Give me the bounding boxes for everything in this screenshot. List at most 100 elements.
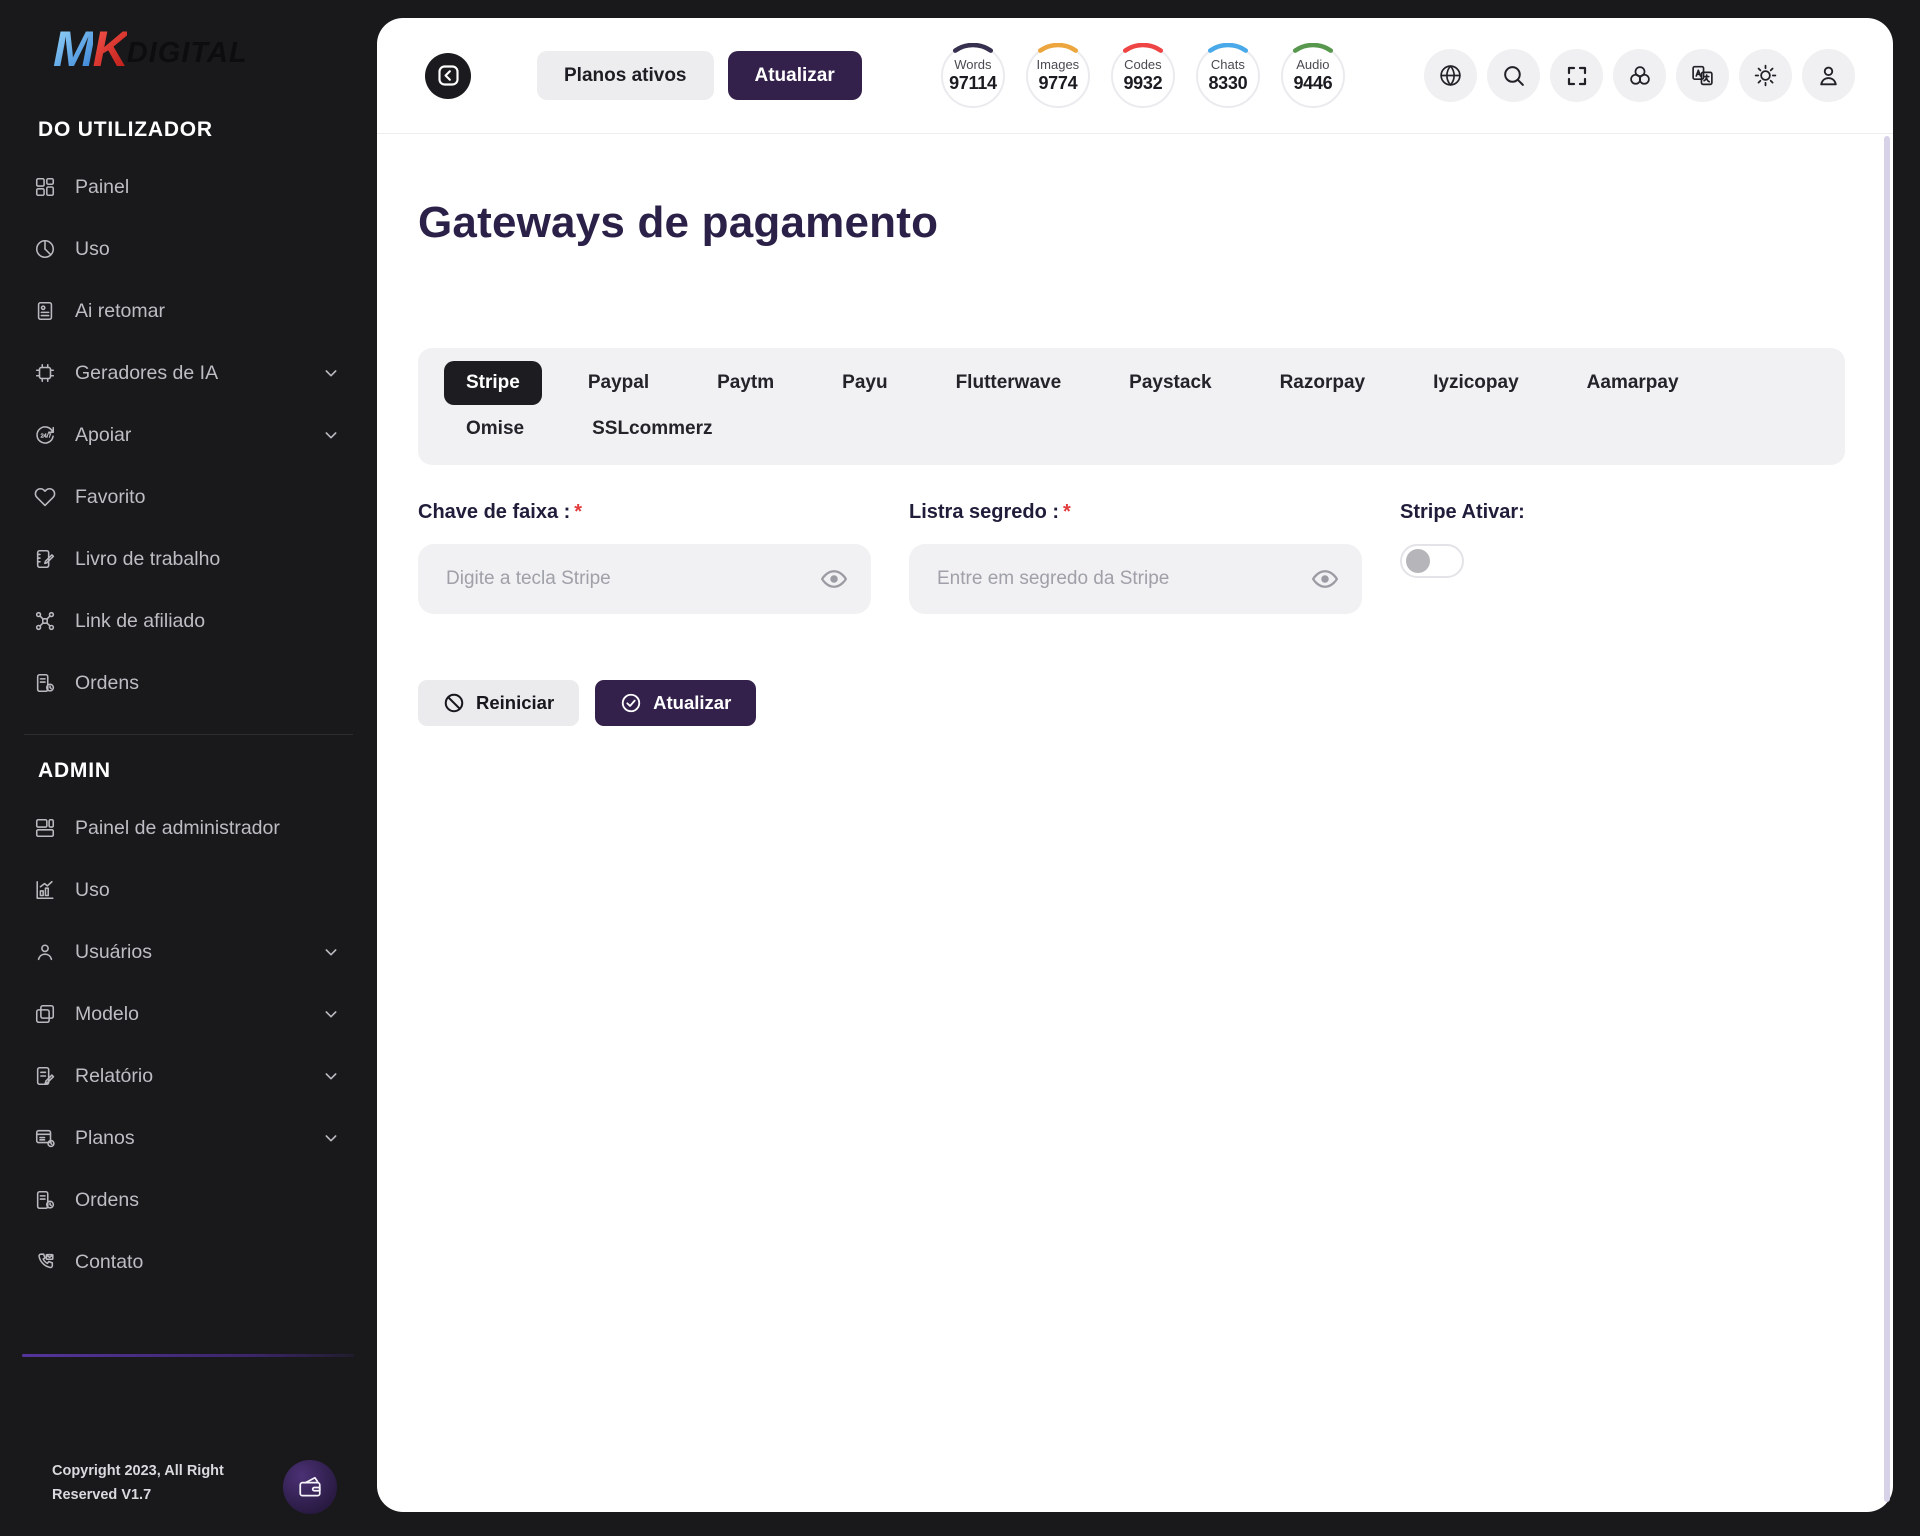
tab-razorpay[interactable]: Razorpay: [1258, 361, 1388, 405]
stat-label: Images: [1037, 57, 1080, 72]
check-circle-icon: [620, 692, 642, 714]
sidebar-item-usuarios[interactable]: Usuários: [24, 921, 349, 983]
stat-label: Chats: [1211, 57, 1245, 72]
stripe-secret-visibility-button[interactable]: [1310, 564, 1340, 594]
stat-codes: Codes9932: [1110, 43, 1176, 109]
required-asterisk: *: [1063, 501, 1071, 523]
eye-icon: [1310, 564, 1340, 594]
sidebar-item-link-de-afiliado[interactable]: Link de afiliado: [24, 590, 349, 652]
chevron-down-icon: [323, 365, 339, 381]
sidebar-nav-user: Painel Uso Ai retomar Geradores de IA 24…: [0, 156, 377, 714]
tab-paytm[interactable]: Paytm: [695, 361, 796, 405]
page-content: Gateways de pagamento Stripe Paypal Payt…: [377, 198, 1893, 726]
sidebar-item-modelo[interactable]: Modelo: [24, 983, 349, 1045]
tab-flutterwave[interactable]: Flutterwave: [934, 361, 1084, 405]
tab-sslcommerz[interactable]: SSLcommerz: [570, 407, 734, 451]
tab-paypal[interactable]: Paypal: [566, 361, 671, 405]
chevron-down-icon: [323, 1130, 339, 1146]
orders-icon: [34, 672, 56, 694]
stripe-secret-input-wrap: [909, 544, 1362, 614]
sidebar-item-planos[interactable]: Planos: [24, 1107, 349, 1169]
topbar: Planos ativos Atualizar Words97114 Image…: [377, 18, 1893, 134]
affiliate-network-icon: [34, 610, 56, 632]
submit-update-button[interactable]: Atualizar: [595, 680, 756, 726]
sidebar-item-relatorio[interactable]: Relatório: [24, 1045, 349, 1107]
fullscreen-button[interactable]: [1550, 49, 1603, 102]
stripe-key-field-group: Chave de faixa :*: [418, 501, 871, 614]
sidebar-item-painel-de-administrador[interactable]: Painel de administrador: [24, 797, 349, 859]
stripe-key-label: Chave de faixa :*: [418, 501, 871, 524]
toggle-knob: [1406, 549, 1430, 573]
user-icon: [1816, 63, 1841, 88]
stat-chats: Chats8330: [1195, 43, 1261, 109]
stat-value: 8330: [1208, 73, 1247, 94]
stripe-secret-label: Listra segredo :*: [909, 501, 1362, 524]
required-asterisk: *: [574, 501, 582, 523]
sidebar-item-ordens-admin[interactable]: Ordens: [24, 1169, 349, 1231]
sidebar-item-label: Apoiar: [75, 424, 131, 447]
stat-images: Images9774: [1025, 43, 1091, 109]
heart-icon: [34, 486, 56, 508]
sidebar-item-ai-retomar[interactable]: Ai retomar: [24, 280, 349, 342]
tab-iyzicopay[interactable]: Iyzicopay: [1411, 361, 1541, 405]
sidebar-item-label: Favorito: [75, 486, 145, 509]
brand-logo-suffix: DIGITAL: [127, 37, 248, 69]
theme-button[interactable]: [1739, 49, 1792, 102]
sidebar-item-painel[interactable]: Painel: [24, 156, 349, 218]
reset-button[interactable]: Reiniciar: [418, 680, 579, 726]
language-globe-button[interactable]: [1424, 49, 1477, 102]
stripe-key-input-wrap: [418, 544, 871, 614]
translate-icon: [1690, 63, 1715, 88]
credits-button[interactable]: [1613, 49, 1666, 102]
sidebar-collapse-button[interactable]: [425, 53, 471, 99]
stripe-enable-toggle[interactable]: [1400, 544, 1464, 578]
tab-payu[interactable]: Payu: [820, 361, 909, 405]
profile-button[interactable]: [1802, 49, 1855, 102]
sidebar-item-livro-de-trabalho[interactable]: Livro de trabalho: [24, 528, 349, 590]
tab-aamarpay[interactable]: Aamarpay: [1565, 361, 1701, 405]
tab-paystack[interactable]: Paystack: [1107, 361, 1233, 405]
sidebar-item-label: Uso: [75, 238, 110, 261]
sidebar-item-apoiar[interactable]: 24/7 Apoiar: [24, 404, 349, 466]
tab-omise[interactable]: Omise: [444, 407, 546, 451]
template-icon: [34, 1003, 56, 1025]
active-plans-button[interactable]: Planos ativos: [537, 51, 714, 100]
eye-icon: [819, 564, 849, 594]
stripe-key-visibility-button[interactable]: [819, 564, 849, 594]
main-panel: Planos ativos Atualizar Words97114 Image…: [377, 18, 1893, 1512]
tab-stripe[interactable]: Stripe: [444, 361, 542, 405]
brand-logo-m: M: [53, 21, 93, 77]
stat-label: Words: [954, 57, 991, 72]
stripe-enable-label: Stripe Ativar:: [1400, 501, 1845, 524]
users-icon: [34, 941, 56, 963]
topbar-icon-buttons: [1424, 49, 1855, 102]
stripe-key-input[interactable]: [446, 568, 819, 590]
sidebar-item-contato[interactable]: Contato: [24, 1231, 349, 1293]
stat-value: 97114: [949, 73, 997, 94]
content-scrollbar[interactable]: [1884, 136, 1890, 1502]
stripe-secret-input[interactable]: [937, 568, 1310, 590]
support-247-icon: 24/7: [34, 424, 56, 446]
dashboard-icon: [34, 176, 56, 198]
sidebar-item-label: Ordens: [75, 672, 139, 695]
sidebar: MKDIGITAL DO UTILIZADOR Painel Uso Ai re…: [0, 0, 377, 1536]
sidebar-item-uso[interactable]: Uso: [24, 218, 349, 280]
stat-value: 9446: [1293, 73, 1332, 94]
search-button[interactable]: [1487, 49, 1540, 102]
wallet-icon: [297, 1474, 323, 1500]
sidebar-item-geradores-de-ia[interactable]: Geradores de IA: [24, 342, 349, 404]
stat-label: Audio: [1296, 57, 1329, 72]
sidebar-accent-divider: [22, 1354, 354, 1357]
sidebar-item-label: Livro de trabalho: [75, 548, 220, 571]
sidebar-item-label: Geradores de IA: [75, 362, 218, 385]
form-actions: Reiniciar Atualizar: [418, 680, 1845, 726]
chevron-down-icon: [323, 1068, 339, 1084]
wallet-button[interactable]: [283, 1460, 337, 1514]
sidebar-item-favorito[interactable]: Favorito: [24, 466, 349, 528]
update-button-top[interactable]: Atualizar: [728, 51, 862, 100]
sidebar-section-user-title: DO UTILIZADOR: [38, 118, 377, 142]
translate-button[interactable]: [1676, 49, 1729, 102]
report-icon: [34, 1065, 56, 1087]
sidebar-item-uso-admin[interactable]: Uso: [24, 859, 349, 921]
sidebar-item-ordens[interactable]: Ordens: [24, 652, 349, 714]
